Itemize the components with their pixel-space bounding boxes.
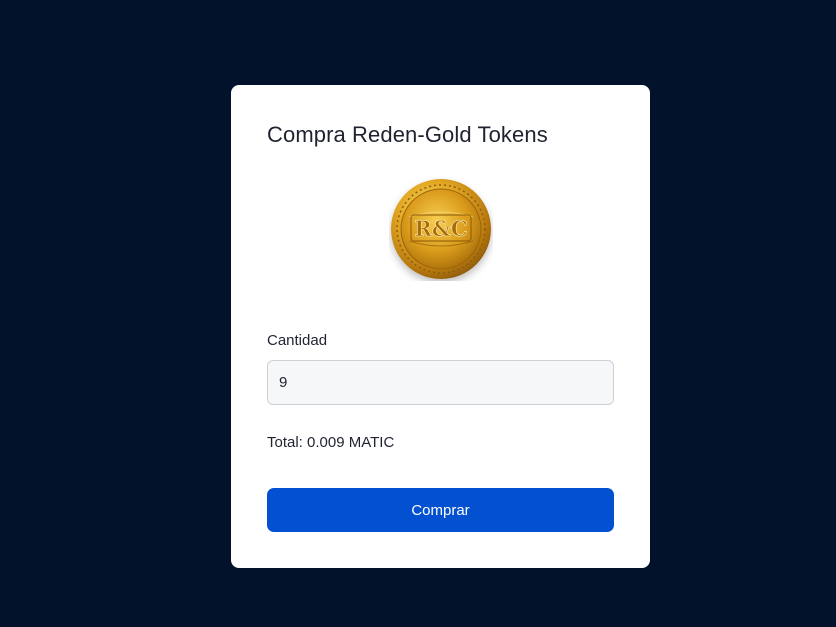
gold-coin-icon: R&C [389,177,493,281]
purchase-card: Compra Reden-Gold Tokens R&C Cantidad 9 … [231,85,650,568]
gold-coin-graphic: R&C [391,179,491,279]
quantity-input[interactable] [267,360,614,405]
quantity-label: Cantidad [267,332,328,349]
page-background: Compra Reden-Gold Tokens R&C Cantidad 9 … [0,0,836,627]
coin-monogram: R&C [414,216,467,241]
card-title: Compra Reden-Gold Tokens [267,122,548,147]
buy-button[interactable]: Comprar [267,488,614,532]
total-text: Total: 0.009 MATIC [267,434,395,451]
